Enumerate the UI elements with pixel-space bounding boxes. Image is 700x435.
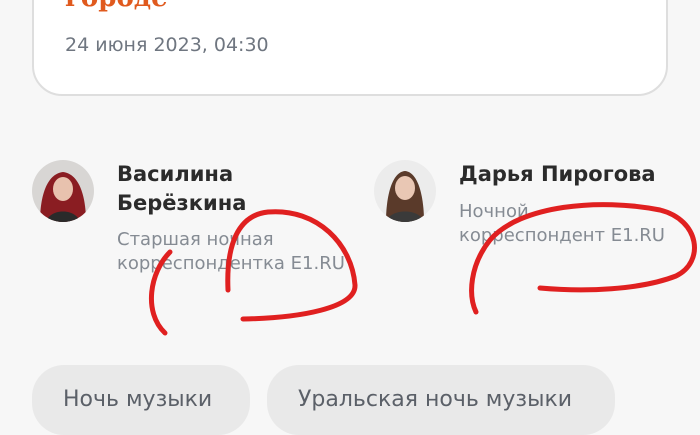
author-name[interactable]: Василина Берёзкина — [117, 160, 357, 218]
author-name[interactable]: Дарья Пирогова — [459, 160, 700, 189]
article-card[interactable]: городе 24 июня 2023, 04:30 — [32, 0, 668, 96]
author-avatar[interactable] — [374, 160, 436, 222]
tag-chip[interactable]: Ночь музыки — [32, 365, 250, 435]
author-avatar[interactable] — [32, 160, 94, 222]
article-title[interactable]: городе — [65, 0, 168, 13]
author-role: Старшая ночная корреспондентка E1.RU — [117, 229, 345, 274]
article-date: 24 июня 2023, 04:30 — [65, 34, 269, 56]
author-role: Ночной корреспондент E1.RU — [459, 201, 665, 246]
tag-chip[interactable]: Уральская ночь музыки — [267, 365, 615, 435]
